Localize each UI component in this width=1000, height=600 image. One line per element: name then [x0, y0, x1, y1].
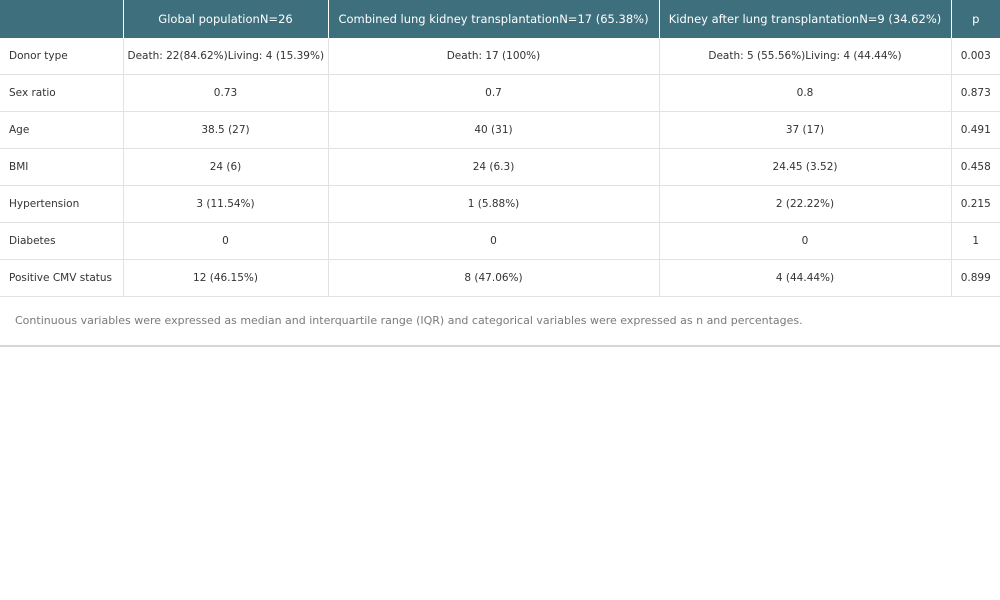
table-cell: 24 (6.3) [328, 148, 660, 186]
table-cell: 0 [659, 222, 952, 260]
table-container: Global populationN=26 Combined lung kidn… [0, 0, 1000, 347]
header-cell-p-value: p [951, 0, 1000, 38]
p-value-cell: 0.873 [951, 74, 1000, 112]
row-label: Positive CMV status [0, 259, 124, 297]
p-value-cell: 0.215 [951, 185, 1000, 223]
p-value-cell: 1 [951, 222, 1000, 260]
table-row: Hypertension 3 (11.54%) 1 (5.88%) 2 (22.… [0, 185, 1000, 223]
table-cell: 4 (44.44%) [659, 259, 952, 297]
row-label: Age [0, 111, 124, 149]
table-cell: Death: 22(84.62%)Living: 4 (15.39%) [123, 38, 329, 75]
p-value-cell: 0.491 [951, 111, 1000, 149]
header-cell-global-population: Global populationN=26 [123, 0, 329, 38]
table-row: BMI 24 (6) 24 (6.3) 24.45 (3.52) 0.458 [0, 148, 1000, 186]
table-cell: 24.45 (3.52) [659, 148, 952, 186]
donor-characteristics-table: Global populationN=26 Combined lung kidn… [0, 0, 1000, 297]
table-cell: 3 (11.54%) [123, 185, 329, 223]
row-label: Donor type [0, 38, 124, 75]
p-value-cell: 0.003 [951, 38, 1000, 75]
p-value-cell: 0.899 [951, 259, 1000, 297]
table-cell: 0 [328, 222, 660, 260]
table-row: Diabetes 0 0 0 1 [0, 222, 1000, 260]
table-cell: 0.8 [659, 74, 952, 112]
p-value-cell: 0.458 [951, 148, 1000, 186]
table-cell: 40 (31) [328, 111, 660, 149]
table-footnote: Continuous variables were expressed as m… [0, 297, 1000, 347]
row-label: BMI [0, 148, 124, 186]
table-cell: 37 (17) [659, 111, 952, 149]
table-cell: 8 (47.06%) [328, 259, 660, 297]
table-header: Global populationN=26 Combined lung kidn… [0, 0, 1000, 38]
table-row: Positive CMV status 12 (46.15%) 8 (47.06… [0, 259, 1000, 297]
row-label: Sex ratio [0, 74, 124, 112]
table-cell: Death: 5 (55.56%)Living: 4 (44.44%) [659, 38, 952, 75]
table-body: Donor type Death: 22(84.62%)Living: 4 (1… [0, 38, 1000, 297]
row-label: Diabetes [0, 222, 124, 260]
table-row: Sex ratio 0.73 0.7 0.8 0.873 [0, 74, 1000, 112]
table-cell: 38.5 (27) [123, 111, 329, 149]
table-cell: 0 [123, 222, 329, 260]
table-cell: 24 (6) [123, 148, 329, 186]
header-cell-kidney-after-lung: Kidney after lung transplantationN=9 (34… [659, 0, 952, 38]
header-row: Global populationN=26 Combined lung kidn… [0, 0, 1000, 38]
row-label: Hypertension [0, 185, 124, 223]
table-cell: 12 (46.15%) [123, 259, 329, 297]
table-cell: 0.73 [123, 74, 329, 112]
table-row: Donor type Death: 22(84.62%)Living: 4 (1… [0, 38, 1000, 75]
table-cell: 1 (5.88%) [328, 185, 660, 223]
table-cell: Death: 17 (100%) [328, 38, 660, 75]
table-cell: 0.7 [328, 74, 660, 112]
header-cell-combined-transplantation: Combined lung kidney transplantationN=17… [328, 0, 660, 38]
table-row: Age 38.5 (27) 40 (31) 37 (17) 0.491 [0, 111, 1000, 149]
header-cell-empty [0, 0, 124, 38]
table-cell: 2 (22.22%) [659, 185, 952, 223]
